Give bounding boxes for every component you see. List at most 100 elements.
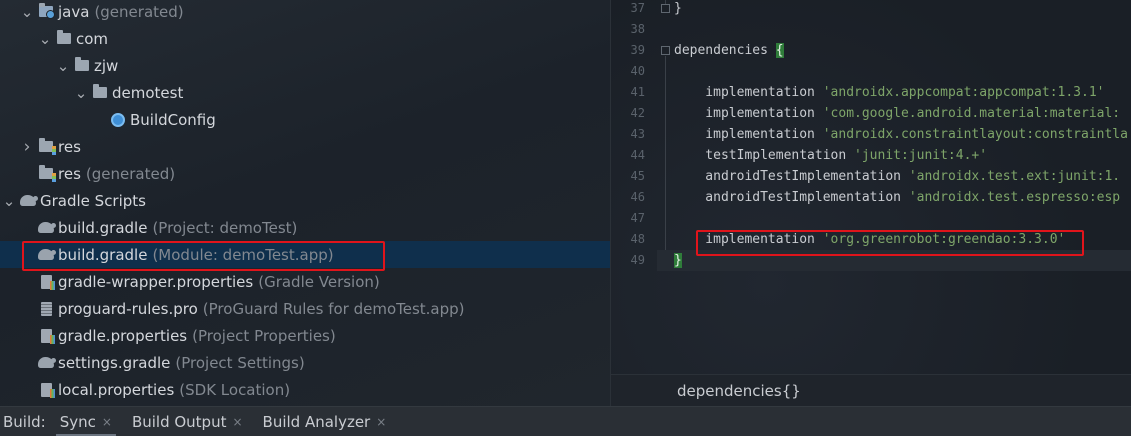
chevron-down-icon[interactable]: ⌄ <box>38 30 52 48</box>
breadcrumb[interactable]: dependencies{} <box>677 382 801 400</box>
build-label: Build: <box>3 412 46 431</box>
package-icon <box>56 30 72 47</box>
code-token: androidTestImplementation <box>674 169 909 184</box>
project-tree: ⌄ java (generated) ⌄ com ⌄ zjw ⌄ demotest BuildCo… <box>0 0 610 406</box>
tree-item[interactable]: build.gradle (Project: demoTest) <box>0 214 610 241</box>
code-editor[interactable]: 37 38 39 40 41 42 43 44 45 46 47 48 49 } dependencies… <box>611 0 1131 406</box>
chevron-down-icon[interactable]: ⌄ <box>74 84 88 102</box>
tree-item-label: build.gradle <box>58 218 148 237</box>
line-number: 43 <box>630 127 645 141</box>
string-literal: 'junit:junit:4.+' <box>854 148 988 163</box>
text-file-icon <box>38 301 54 317</box>
tree-item-hint: (generated) <box>94 2 184 21</box>
code-token: testImplementation <box>674 148 855 163</box>
build-tool-bar: Build: Sync × Build Output × Build Analyzer × <box>0 406 1131 436</box>
code-line[interactable]: implementation 'com.google.android.mater… <box>674 103 1120 124</box>
gradle-icon <box>38 247 56 263</box>
class-icon <box>110 112 126 128</box>
string-literal: 'androidx.test.ext:junit:1. <box>908 169 1121 184</box>
tree-item-label: java <box>58 2 90 21</box>
line-number: 44 <box>630 148 645 162</box>
fold-guide <box>665 56 666 256</box>
tree-item-hint: (SDK Location) <box>179 380 291 399</box>
line-number: 39 <box>630 43 645 57</box>
code-line[interactable]: implementation 'androidx.constraintlayou… <box>674 124 1128 145</box>
chevron-down-icon[interactable]: ⌄ <box>2 192 16 210</box>
breadcrumb-bar: dependencies{} <box>611 374 1131 406</box>
chevron-down-icon[interactable]: ⌄ <box>20 3 34 21</box>
string-literal: 'com.google.android.material:material: <box>822 106 1121 121</box>
tree-item-label: gradle-wrapper.properties <box>58 272 254 291</box>
tree-item-hint: (ProGuard Rules for demoTest.app) <box>202 299 465 318</box>
line-number: 46 <box>630 190 645 204</box>
tab-build-output[interactable]: Build Output × <box>126 407 249 436</box>
chevron-down-icon[interactable]: ⌄ <box>56 57 70 75</box>
code-token: implementation <box>674 85 823 100</box>
code-line[interactable]: androidTestImplementation 'androidx.test… <box>674 187 1120 208</box>
tree-item[interactable]: ⌄ java (generated) <box>0 0 610 25</box>
gradle-icon <box>38 355 56 371</box>
tree-item[interactable]: res (generated) <box>0 160 610 187</box>
fold-start-icon[interactable] <box>661 46 670 55</box>
tree-item-label: local.properties <box>58 380 175 399</box>
fold-guide <box>665 0 666 4</box>
code-line[interactable]: implementation 'org.greenrobot:greendao:… <box>674 229 1065 250</box>
tree-item-label: settings.gradle <box>58 353 171 372</box>
line-number: 45 <box>630 169 645 183</box>
tree-item-hint: (Gradle Version) <box>258 272 380 291</box>
tree-item-hint: (Project Settings) <box>175 353 305 372</box>
tree-item-label: res <box>58 164 81 183</box>
package-icon <box>74 57 90 74</box>
properties-file-icon <box>38 328 55 344</box>
tree-item[interactable]: ⌄ Gradle Scripts <box>0 187 610 214</box>
line-number: 48 <box>630 232 645 246</box>
code-token: implementation <box>674 106 823 121</box>
tree-item[interactable]: settings.gradle (Project Settings) <box>0 349 610 376</box>
properties-file-icon <box>38 274 55 290</box>
line-number: 42 <box>630 106 645 120</box>
tree-item[interactable]: proguard-rules.pro (ProGuard Rules for de… <box>0 295 610 322</box>
close-icon[interactable]: × <box>376 415 386 429</box>
tree-item[interactable]: local.properties (SDK Location) <box>0 376 610 403</box>
tree-item-label: demotest <box>112 83 184 102</box>
build-tabs: Sync × Build Output × Build Analyzer × <box>46 407 393 436</box>
string-literal: 'androidx.appcompat:appcompat:1.3.1' <box>822 85 1105 100</box>
package-icon <box>92 84 108 101</box>
fold-end-icon[interactable] <box>661 4 670 13</box>
line-number: 49 <box>630 253 645 267</box>
close-icon[interactable]: × <box>232 415 242 429</box>
line-number: 41 <box>630 85 645 99</box>
tab-label: Sync <box>59 412 96 431</box>
tree-item-hint: (Project Properties) <box>192 326 336 345</box>
tree-item[interactable]: gradle.properties (Project Properties) <box>0 322 610 349</box>
code-line[interactable]: dependencies { <box>674 40 784 61</box>
tab-build-analyzer[interactable]: Build Analyzer × <box>257 407 393 436</box>
tree-item[interactable]: BuildConfig <box>0 106 610 133</box>
tree-item-hint: (generated) <box>85 164 176 183</box>
tree-item[interactable]: build.gradle (Module: demoTest.app) <box>0 241 610 268</box>
code-line[interactable]: } <box>674 0 682 19</box>
line-number: 38 <box>630 22 645 36</box>
tree-item[interactable]: ⌄ com <box>0 25 610 52</box>
code-line[interactable]: androidTestImplementation 'androidx.test… <box>674 166 1120 187</box>
tree-item[interactable]: gradle-wrapper.properties (Gradle Version… <box>0 268 610 295</box>
tree-item[interactable]: ⌄ demotest <box>0 79 610 106</box>
tree-item[interactable]: › res <box>0 133 610 160</box>
chevron-right-icon[interactable]: › <box>20 137 34 157</box>
matched-brace: { <box>775 43 784 58</box>
properties-file-icon <box>38 382 55 398</box>
matched-brace: } <box>674 253 682 268</box>
resource-folder-icon <box>38 138 56 155</box>
string-literal: 'androidx.constraintlayout:constraintla <box>822 127 1128 142</box>
close-icon[interactable]: × <box>102 415 112 429</box>
code-line[interactable]: } <box>657 250 1131 271</box>
tree-item[interactable]: ⌄ zjw <box>0 52 610 79</box>
gradle-icon <box>38 220 56 236</box>
tab-label: Build Output <box>131 412 227 431</box>
tree-item-label: Gradle Scripts <box>40 191 146 210</box>
tree-item-label: res <box>58 137 81 156</box>
tree-item-hint: (Project: demoTest) <box>152 218 298 237</box>
code-line[interactable]: implementation 'androidx.appcompat:appco… <box>674 82 1104 103</box>
code-line[interactable]: testImplementation 'junit:junit:4.+' <box>674 145 987 166</box>
tab-sync[interactable]: Sync × <box>54 407 118 436</box>
